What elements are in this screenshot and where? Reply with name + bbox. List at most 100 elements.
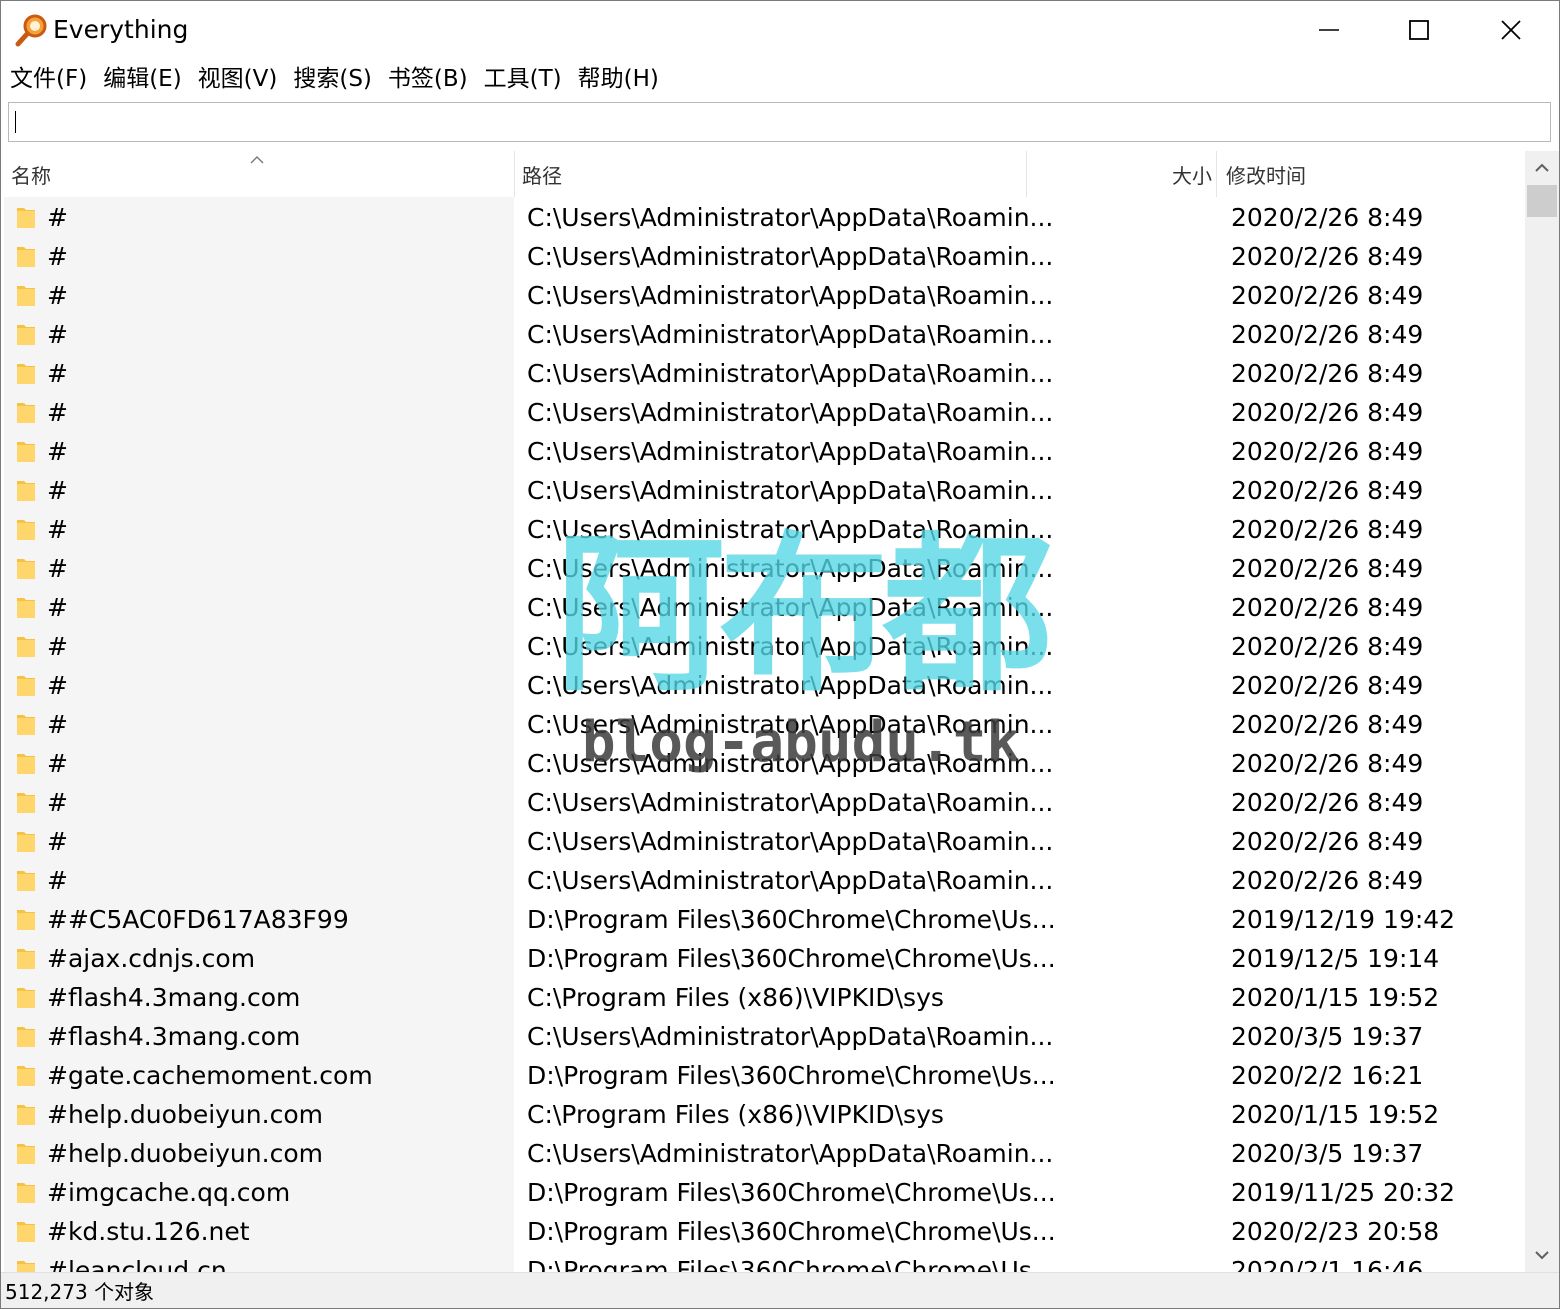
column-header-modified[interactable]: 修改时间 bbox=[1226, 151, 1516, 197]
scroll-up-button[interactable] bbox=[1525, 151, 1559, 185]
folder-icon bbox=[17, 832, 35, 852]
table-row[interactable]: # C:\Users\Administrator\AppData\Roamin..… bbox=[4, 744, 1524, 783]
results-list[interactable]: 名称 路径 大小 修改时间 # C:\Users\Administrator\Ap… bbox=[4, 151, 1524, 1272]
folder-icon bbox=[17, 1105, 35, 1125]
folder-icon bbox=[17, 1144, 35, 1164]
cell-name: #help.duobeiyun.com bbox=[47, 1100, 323, 1129]
cell-modified: 2020/2/26 8:49 bbox=[1231, 554, 1424, 583]
table-row[interactable]: # C:\Users\Administrator\AppData\Roamin..… bbox=[4, 822, 1524, 861]
cell-path: C:\Users\Administrator\AppData\Roamin... bbox=[527, 1022, 1054, 1051]
minimize-icon bbox=[1319, 29, 1339, 31]
table-row[interactable]: # C:\Users\Administrator\AppData\Roamin..… bbox=[4, 705, 1524, 744]
column-header-size[interactable]: 大小 bbox=[1034, 151, 1212, 197]
folder-icon bbox=[17, 793, 35, 813]
search-input[interactable] bbox=[8, 102, 1551, 142]
close-icon bbox=[1501, 20, 1521, 40]
table-row[interactable]: # C:\Users\Administrator\AppData\Roamin..… bbox=[4, 666, 1524, 705]
menu-bookmarks[interactable]: 书签(B) bbox=[381, 60, 475, 98]
folder-icon bbox=[17, 247, 35, 267]
cell-name: # bbox=[47, 515, 68, 544]
menu-tools[interactable]: 工具(T) bbox=[477, 60, 569, 98]
menu-help[interactable]: 帮助(H) bbox=[571, 60, 666, 98]
table-row[interactable]: # C:\Users\Administrator\AppData\Roamin..… bbox=[4, 627, 1524, 666]
cell-path: C:\Users\Administrator\AppData\Roamin... bbox=[527, 515, 1054, 544]
folder-icon bbox=[17, 988, 35, 1008]
cell-path: C:\Users\Administrator\AppData\Roamin... bbox=[527, 788, 1054, 817]
table-row[interactable]: # C:\Users\Administrator\AppData\Roamin..… bbox=[4, 549, 1524, 588]
minimize-button[interactable] bbox=[1283, 1, 1375, 59]
close-button[interactable] bbox=[1465, 1, 1557, 59]
cell-modified: 2020/2/26 8:49 bbox=[1231, 866, 1424, 895]
column-divider[interactable] bbox=[1026, 151, 1027, 197]
cell-name: # bbox=[47, 242, 68, 271]
folder-icon bbox=[17, 1027, 35, 1047]
cell-path: C:\Users\Administrator\AppData\Roamin... bbox=[527, 827, 1054, 856]
table-row[interactable]: #flash4.3mang.com C:\Users\Administrator\… bbox=[4, 1017, 1524, 1056]
table-row[interactable]: ##C5AC0FD617A83F99 D:\Program Files\360Ch… bbox=[4, 900, 1524, 939]
cell-path: C:\Users\Administrator\AppData\Roamin... bbox=[527, 554, 1054, 583]
menu-view[interactable]: 视图(V) bbox=[191, 60, 285, 98]
maximize-button[interactable] bbox=[1373, 1, 1465, 59]
cell-name: # bbox=[47, 203, 68, 232]
cell-path: C:\Users\Administrator\AppData\Roamin... bbox=[527, 398, 1054, 427]
column-header-path[interactable]: 路径 bbox=[522, 151, 1022, 197]
cell-path: C:\Users\Administrator\AppData\Roamin... bbox=[527, 242, 1054, 271]
cell-name: # bbox=[47, 632, 68, 661]
vertical-scrollbar[interactable] bbox=[1525, 151, 1559, 1272]
cell-path: C:\Users\Administrator\AppData\Roamin... bbox=[527, 203, 1054, 232]
cell-path: C:\Users\Administrator\AppData\Roamin... bbox=[527, 710, 1054, 739]
folder-icon bbox=[17, 637, 35, 657]
folder-icon bbox=[17, 1261, 35, 1272]
menu-search[interactable]: 搜索(S) bbox=[286, 60, 379, 98]
cell-path: C:\Users\Administrator\AppData\Roamin... bbox=[527, 281, 1054, 310]
table-row[interactable]: # C:\Users\Administrator\AppData\Roamin..… bbox=[4, 276, 1524, 315]
table-row[interactable]: # C:\Users\Administrator\AppData\Roamin..… bbox=[4, 432, 1524, 471]
table-row[interactable]: #leancloud.cn D:\Program Files\360Chrome\… bbox=[4, 1251, 1524, 1272]
maximize-icon bbox=[1409, 20, 1429, 40]
cell-name: #flash4.3mang.com bbox=[47, 1022, 301, 1051]
menu-file[interactable]: 文件(F) bbox=[3, 60, 94, 98]
column-divider[interactable] bbox=[1216, 151, 1217, 197]
cell-path: C:\Users\Administrator\AppData\Roamin... bbox=[527, 320, 1054, 349]
cell-name: # bbox=[47, 476, 68, 505]
folder-icon bbox=[17, 442, 35, 462]
table-row[interactable]: # C:\Users\Administrator\AppData\Roamin..… bbox=[4, 354, 1524, 393]
scroll-thumb[interactable] bbox=[1527, 185, 1557, 217]
cell-modified: 2019/11/25 20:32 bbox=[1231, 1178, 1456, 1207]
title-bar[interactable]: Everything bbox=[1, 1, 1559, 59]
cell-name: # bbox=[47, 866, 68, 895]
cell-name: #help.duobeiyun.com bbox=[47, 1139, 323, 1168]
table-row[interactable]: # C:\Users\Administrator\AppData\Roamin..… bbox=[4, 471, 1524, 510]
table-row[interactable]: # C:\Users\Administrator\AppData\Roamin..… bbox=[4, 315, 1524, 354]
folder-icon bbox=[17, 910, 35, 930]
menu-edit[interactable]: 编辑(E) bbox=[96, 60, 188, 98]
cell-path: D:\Program Files\360Chrome\Chrome\Us... bbox=[527, 1061, 1056, 1090]
column-header: 名称 路径 大小 修改时间 bbox=[4, 151, 1524, 197]
table-row[interactable]: # C:\Users\Administrator\AppData\Roamin..… bbox=[4, 237, 1524, 276]
cell-name: # bbox=[47, 749, 68, 778]
table-row[interactable]: # C:\Users\Administrator\AppData\Roamin..… bbox=[4, 393, 1524, 432]
column-divider[interactable] bbox=[514, 151, 515, 197]
table-row[interactable]: # C:\Users\Administrator\AppData\Roamin..… bbox=[4, 510, 1524, 549]
cell-path: D:\Program Files\360Chrome\Chrome\Us... bbox=[527, 944, 1056, 973]
table-row[interactable]: #gate.cachemoment.com D:\Program Files\36… bbox=[4, 1056, 1524, 1095]
cell-name: # bbox=[47, 554, 68, 583]
cell-modified: 2020/3/5 19:37 bbox=[1231, 1022, 1424, 1051]
table-row[interactable]: # C:\Users\Administrator\AppData\Roamin..… bbox=[4, 783, 1524, 822]
table-row[interactable]: #help.duobeiyun.com C:\Users\Administrato… bbox=[4, 1134, 1524, 1173]
table-row[interactable]: #imgcache.qq.com D:\Program Files\360Chro… bbox=[4, 1173, 1524, 1212]
table-row[interactable]: #help.duobeiyun.com C:\Program Files (x86… bbox=[4, 1095, 1524, 1134]
cell-path: D:\Program Files\360Chrome\Chrome\Us... bbox=[527, 1256, 1056, 1272]
cell-path: C:\Users\Administrator\AppData\Roamin... bbox=[527, 593, 1054, 622]
folder-icon bbox=[17, 286, 35, 306]
scroll-down-button[interactable] bbox=[1525, 1238, 1559, 1272]
table-row[interactable]: #ajax.cdnjs.com D:\Program Files\360Chrom… bbox=[4, 939, 1524, 978]
cell-modified: 2020/2/26 8:49 bbox=[1231, 476, 1424, 505]
table-row[interactable]: #flash4.3mang.com C:\Program Files (x86)\… bbox=[4, 978, 1524, 1017]
table-row[interactable]: # C:\Users\Administrator\AppData\Roamin..… bbox=[4, 588, 1524, 627]
table-row[interactable]: # C:\Users\Administrator\AppData\Roamin..… bbox=[4, 198, 1524, 237]
table-row[interactable]: #kd.stu.126.net D:\Program Files\360Chrom… bbox=[4, 1212, 1524, 1251]
table-row[interactable]: # C:\Users\Administrator\AppData\Roamin..… bbox=[4, 861, 1524, 900]
folder-icon bbox=[17, 559, 35, 579]
folder-icon bbox=[17, 325, 35, 345]
